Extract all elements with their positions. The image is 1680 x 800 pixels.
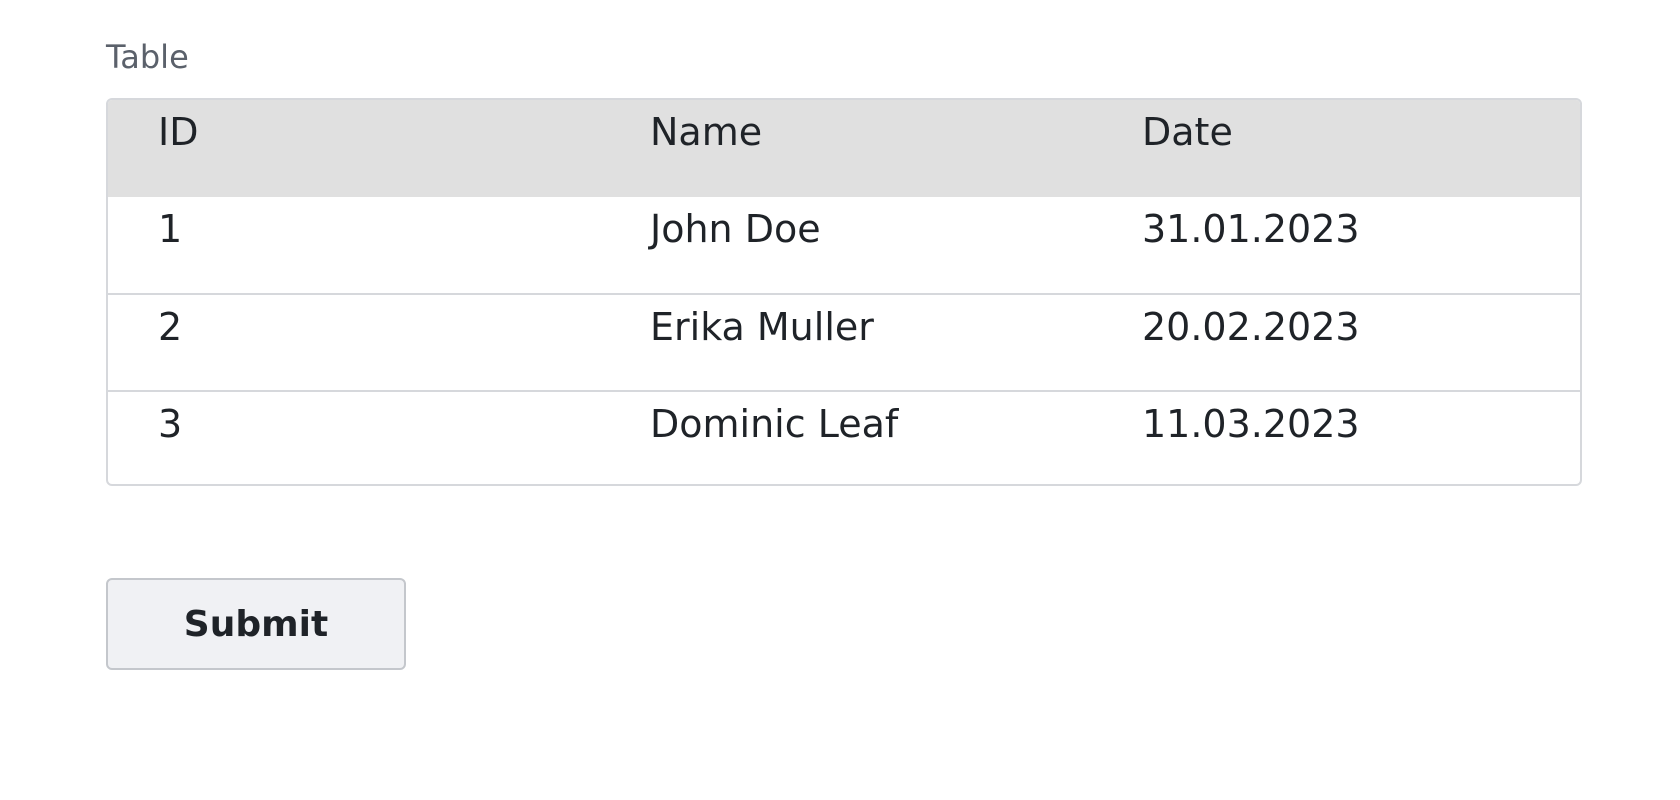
table-label: Table <box>106 38 189 76</box>
table-header-row: ID Name Date <box>108 100 1580 197</box>
table: ID Name Date 1 John Doe 31.01.2023 2 Eri… <box>108 100 1580 484</box>
table-body: 1 John Doe 31.01.2023 2 Erika Muller 20.… <box>108 197 1580 484</box>
table-row[interactable]: 1 John Doe 31.01.2023 <box>108 197 1580 294</box>
data-table: ID Name Date 1 John Doe 31.01.2023 2 Eri… <box>106 98 1582 486</box>
cell-date: 31.01.2023 <box>1142 207 1360 251</box>
cell-id: 1 <box>158 207 183 251</box>
column-header-name[interactable]: Name <box>600 100 1092 197</box>
table-row[interactable]: 3 Dominic Leaf 11.03.2023 <box>108 391 1580 484</box>
table-header: ID Name Date <box>108 100 1580 197</box>
cell-date: 20.02.2023 <box>1142 305 1360 349</box>
column-header-date[interactable]: Date <box>1092 100 1580 197</box>
submit-button[interactable]: Submit <box>106 578 406 670</box>
cell-date: 11.03.2023 <box>1142 402 1360 446</box>
cell-name: Erika Muller <box>650 305 874 349</box>
cell-name: John Doe <box>650 207 821 251</box>
cell-id: 3 <box>158 402 183 446</box>
cell-name: Dominic Leaf <box>650 402 899 446</box>
cell-id: 2 <box>158 305 183 349</box>
column-header-id[interactable]: ID <box>108 100 600 197</box>
table-row[interactable]: 2 Erika Muller 20.02.2023 <box>108 294 1580 391</box>
page: Table ID Name Date 1 John Doe 31.01.2023… <box>0 0 1680 800</box>
